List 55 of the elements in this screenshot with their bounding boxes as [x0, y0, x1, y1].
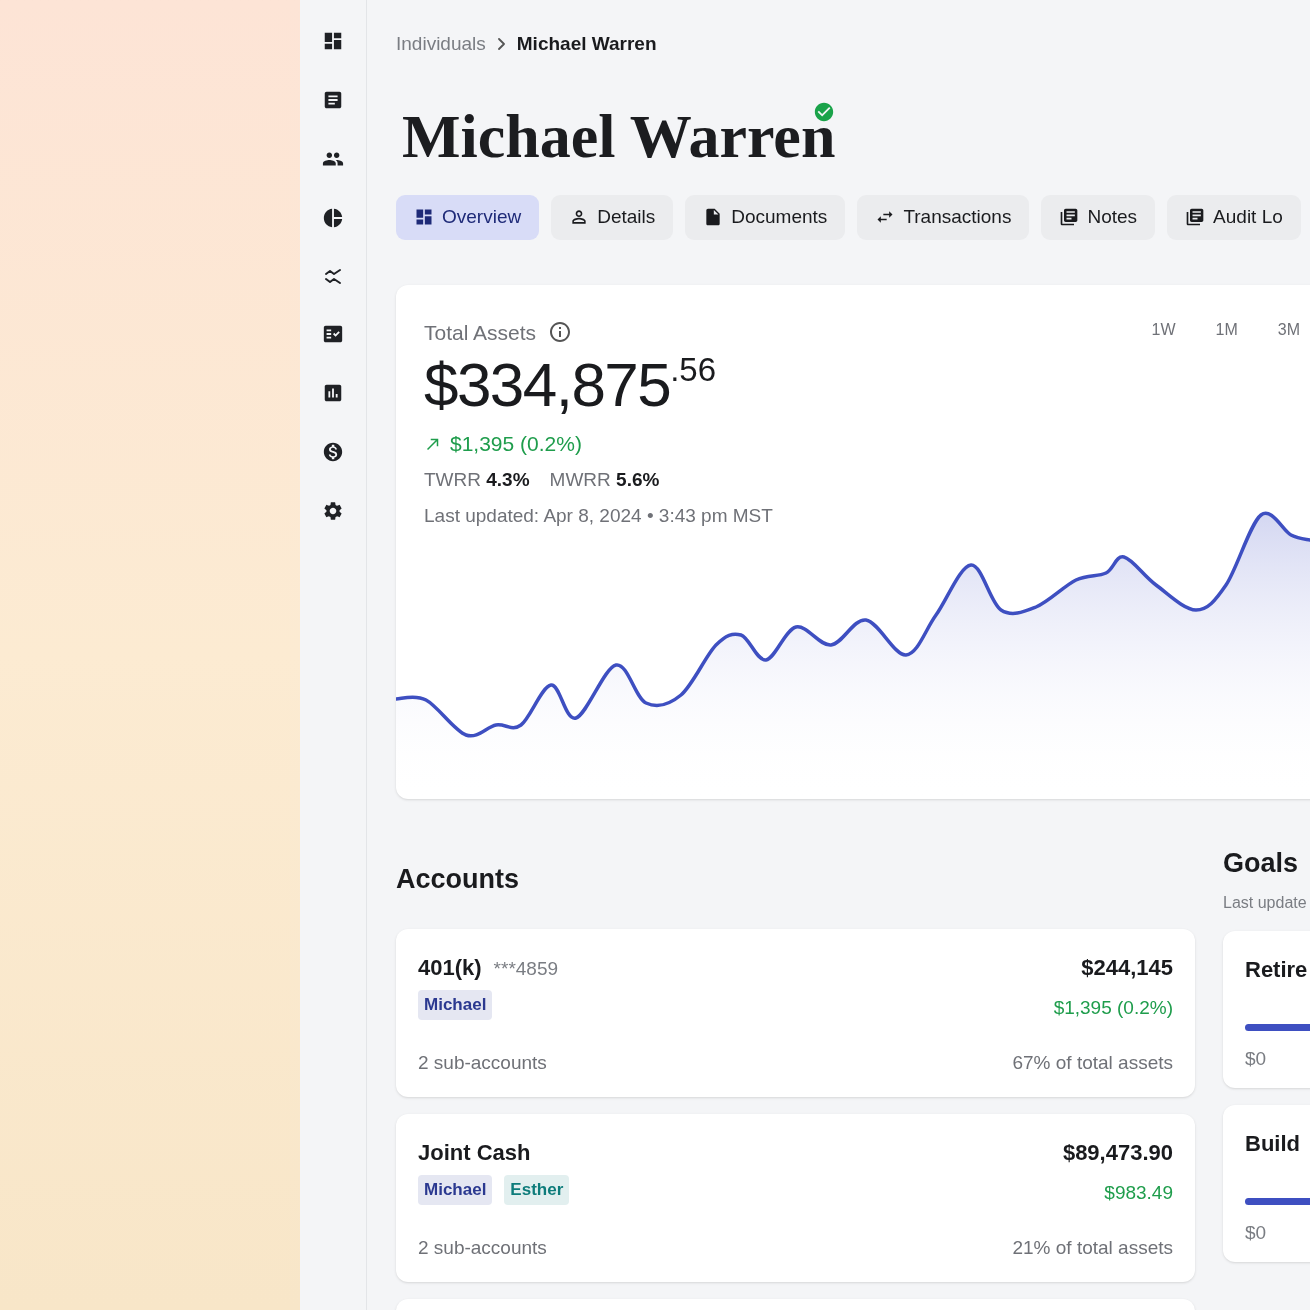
sub-accounts-count: 2 sub-accounts — [418, 1235, 547, 1260]
checklist-icon[interactable] — [322, 323, 344, 345]
notes-icon — [1059, 207, 1080, 227]
accounts-heading: Accounts — [396, 862, 521, 896]
goal-name: Retire — [1245, 956, 1309, 984]
sub-accounts-count: 2 sub-accounts — [418, 1050, 547, 1075]
document-icon[interactable] — [322, 89, 344, 111]
account-balance: $244,145 — [1081, 954, 1173, 982]
asset-share: 67% of total assets — [1012, 1050, 1173, 1075]
total-assets-label: Total Assets — [424, 319, 537, 346]
tab[interactable]: Audit Lo — [1167, 194, 1301, 240]
breadcrumb-item[interactable]: Individuals — [396, 30, 486, 59]
dashboard-icon — [414, 207, 434, 227]
tab[interactable]: Overview — [396, 194, 540, 240]
info-icon[interactable] — [548, 320, 573, 345]
account-number: ***4859 — [493, 957, 559, 981]
asset-share: 21% of total assets — [1012, 1235, 1173, 1260]
goal-amount: $0 — [1245, 1221, 1268, 1245]
goals-subtitle: Last update — [1223, 893, 1308, 913]
account-card[interactable]: Joint Cash Michael Esther $89,473.90 $983.49 2 sub-accounts 21% of total assets — [396, 1114, 1195, 1282]
account-name: 401(k) — [418, 954, 482, 982]
tab[interactable]: Documents — [685, 194, 846, 240]
account-card[interactable]: 401(k) ***4859 Michael $244,145 $1,395 (0.2%) 2 sub-accounts 67% of total assets — [396, 929, 1195, 1097]
tab[interactable]: Transactions — [857, 194, 1030, 240]
notes-icon — [1185, 207, 1206, 227]
account-balance: $89,473.90 — [1062, 1139, 1173, 1167]
tab[interactable]: Details — [551, 194, 674, 240]
account-change: $983.49 — [1104, 1181, 1173, 1205]
account-change: $1,395 (0.2%) — [1053, 996, 1173, 1020]
last-updated: Last updated: Apr 8, 2024 • 3:43 pm MST — [424, 504, 773, 528]
dollar-icon[interactable] — [322, 441, 344, 463]
dashboard-icon[interactable] — [322, 30, 344, 52]
range-button[interactable]: 3M — [1275, 316, 1302, 343]
bar-chart-icon[interactable] — [322, 382, 344, 404]
breadcrumb-item: Michael Warren — [516, 32, 657, 56]
owner-tag: Michael — [418, 1175, 493, 1205]
owner-tag: Esther — [504, 1175, 570, 1205]
goal-name: Build — [1245, 1130, 1301, 1158]
goal-amount: $0 — [1245, 1047, 1268, 1071]
goal-card[interactable]: Build $0 — [1223, 1105, 1310, 1262]
change-amount: $1,395 (0.2%) — [450, 431, 582, 457]
page-title: Michael Warren — [402, 102, 836, 169]
twrr-value: TWRR 4.3% — [424, 467, 530, 492]
range-button[interactable]: 1W — [1149, 316, 1178, 343]
goal-card[interactable]: Retire $0 — [1223, 931, 1310, 1088]
goals-heading: Goals — [1223, 846, 1300, 880]
mwrr-value: MWRR 5.6% — [549, 467, 660, 492]
trend-lines-icon[interactable] — [323, 266, 343, 286]
chevron-icon — [497, 38, 505, 51]
account-name: Joint Cash — [418, 1139, 531, 1167]
settings-icon[interactable] — [322, 500, 344, 522]
pie-chart-icon[interactable] — [322, 207, 344, 229]
tab[interactable]: Notes — [1041, 194, 1156, 240]
owner-tag: Michael — [418, 990, 493, 1020]
range-button[interactable]: 1M — [1213, 316, 1240, 343]
